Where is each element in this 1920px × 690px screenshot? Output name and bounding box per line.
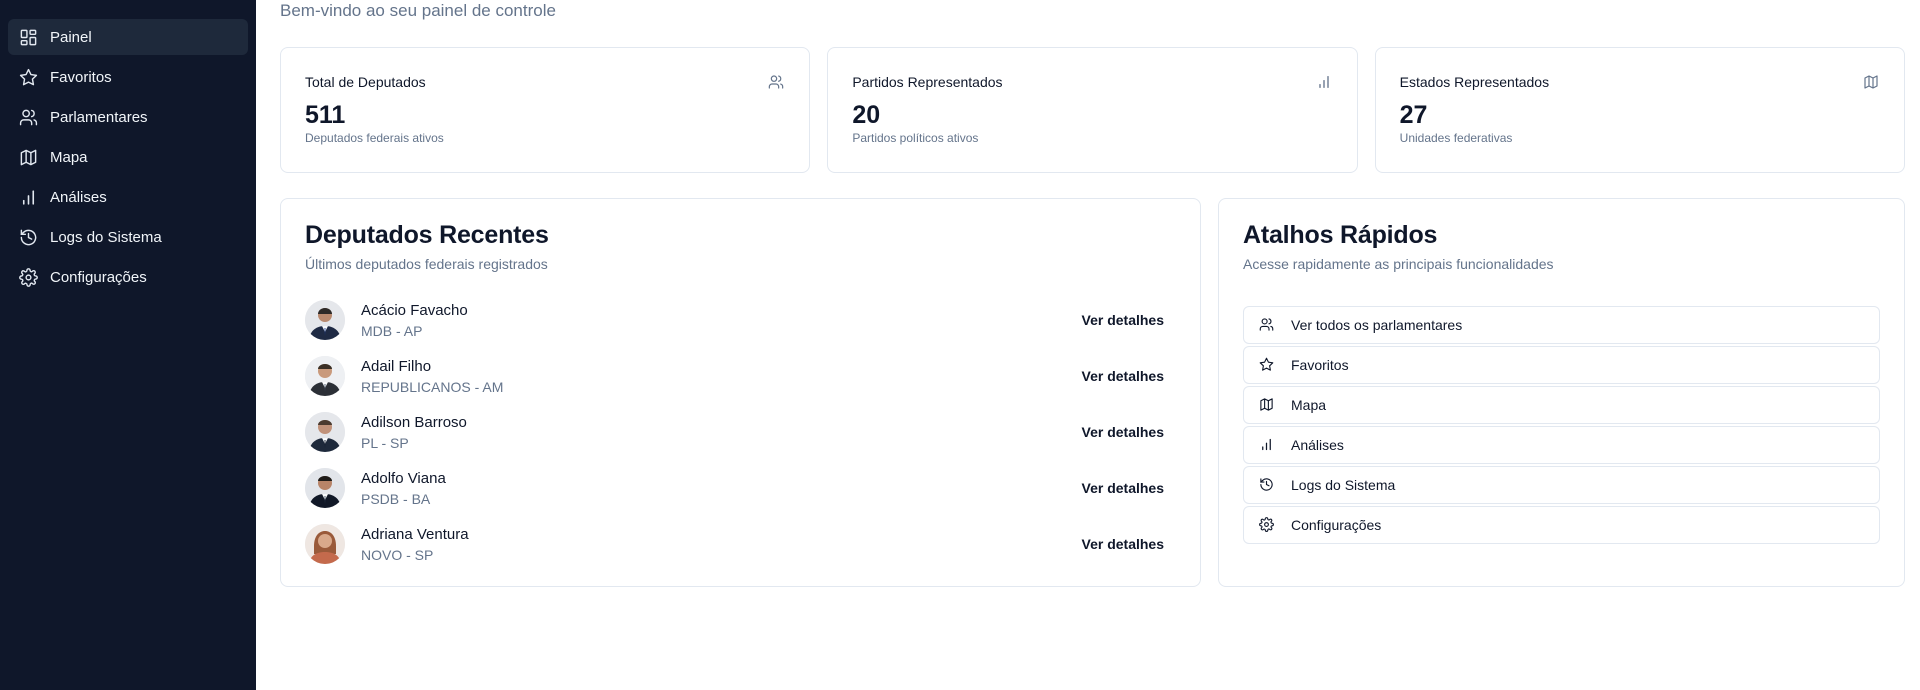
sidebar-item-label: Mapa <box>50 148 88 166</box>
sidebar-item-parlamentares[interactable]: Parlamentares <box>8 99 248 135</box>
avatar <box>305 524 345 564</box>
users-icon <box>1259 317 1275 333</box>
map-icon <box>1863 74 1880 91</box>
stats-row: Total de Deputados 511 Deputados federai… <box>280 47 1905 173</box>
panel-description: Acesse rapidamente as principais funcion… <box>1243 256 1554 272</box>
bar-chart-icon <box>1259 437 1275 453</box>
avatar <box>305 300 345 340</box>
sidebar-item-label: Logs do Sistema <box>50 228 162 246</box>
main-content: Bem-vindo ao seu painel de controle Tota… <box>256 0 1920 690</box>
stat-title: Total de Deputados <box>305 74 426 90</box>
deputy-name: Adriana Ventura <box>361 525 469 543</box>
stat-card-estados: Estados Representados 27 Unidades federa… <box>1374 47 1905 173</box>
deputy-name: Adilson Barroso <box>361 413 467 431</box>
sidebar-item-label: Parlamentares <box>50 108 148 126</box>
star-icon <box>1259 357 1275 373</box>
deputy-name: Adolfo Viana <box>361 469 446 487</box>
gear-icon <box>1259 517 1275 533</box>
deputy-party: PL - SP <box>361 434 409 451</box>
shortcut-label: Configurações <box>1291 517 1382 533</box>
sidebar-item-mapa[interactable]: Mapa <box>8 139 248 175</box>
panel-description: Últimos deputados federais registrados <box>305 256 548 272</box>
view-details-button[interactable]: Ver detalhes <box>1082 312 1165 328</box>
quick-shortcuts-panel: Atalhos Rápidos Acesse rapidamente as pr… <box>1218 198 1905 587</box>
sidebar-item-analises[interactable]: Análises <box>8 179 248 215</box>
sidebar: Painel Favoritos Parlamentares Mapa Anál… <box>0 0 256 690</box>
shortcut-configuracoes[interactable]: Configurações <box>1243 506 1880 544</box>
stat-card-partidos: Partidos Representados 20 Partidos polít… <box>827 47 1358 173</box>
list-item: Adolfo Viana PSDB - BA Ver detalhes <box>305 460 1176 516</box>
map-icon <box>1259 397 1275 413</box>
map-icon <box>18 147 38 167</box>
avatar <box>305 412 345 452</box>
sidebar-item-configuracoes[interactable]: Configurações <box>8 259 248 295</box>
deputy-party: NOVO - SP <box>361 546 434 563</box>
shortcut-logs[interactable]: Logs do Sistema <box>1243 466 1880 504</box>
bar-chart-icon <box>18 187 38 207</box>
stat-description: Deputados federais ativos <box>305 131 444 145</box>
deputy-party: PSDB - BA <box>361 490 431 507</box>
avatar <box>305 468 345 508</box>
shortcut-label: Ver todos os parlamentares <box>1291 317 1463 333</box>
view-details-button[interactable]: Ver detalhes <box>1082 424 1165 440</box>
shortcut-label: Favoritos <box>1291 357 1349 373</box>
shortcut-parlamentares[interactable]: Ver todos os parlamentares <box>1243 306 1880 344</box>
stat-value: 20 <box>852 101 881 129</box>
view-details-button[interactable]: Ver detalhes <box>1082 480 1165 496</box>
recent-deputies-panel: Deputados Recentes Últimos deputados fed… <box>280 198 1201 587</box>
shortcut-mapa[interactable]: Mapa <box>1243 386 1880 424</box>
list-item: Adilson Barroso PL - SP Ver detalhes <box>305 404 1176 460</box>
sidebar-item-painel[interactable]: Painel <box>8 19 248 55</box>
stat-card-deputados: Total de Deputados 511 Deputados federai… <box>280 47 811 173</box>
list-item: Adriana Ventura NOVO - SP Ver detalhes <box>305 516 1176 572</box>
deputy-name: Adail Filho <box>361 357 432 375</box>
deputy-party: MDB - AP <box>361 322 423 339</box>
sidebar-item-favoritos[interactable]: Favoritos <box>8 59 248 95</box>
shortcut-label: Mapa <box>1291 397 1327 413</box>
shortcut-label: Logs do Sistema <box>1291 477 1396 493</box>
sidebar-item-logs[interactable]: Logs do Sistema <box>8 219 248 255</box>
stat-value: 511 <box>305 101 346 129</box>
avatar <box>305 356 345 396</box>
panel-title: Atalhos Rápidos <box>1243 221 1438 249</box>
shortcut-label: Análises <box>1291 437 1344 453</box>
sidebar-item-label: Favoritos <box>50 68 112 86</box>
bar-chart-icon <box>1316 74 1333 91</box>
sidebar-item-label: Análises <box>50 188 107 206</box>
app-root: Painel Favoritos Parlamentares Mapa Anál… <box>0 0 1920 690</box>
history-icon <box>1259 477 1275 493</box>
stat-value: 27 <box>1399 101 1428 129</box>
stat-title: Estados Representados <box>1399 74 1550 90</box>
list-item: Acácio Favacho MDB - AP Ver detalhes <box>305 292 1176 348</box>
shortcut-analises[interactable]: Análises <box>1243 426 1880 464</box>
stat-title: Partidos Representados <box>852 74 1003 90</box>
panel-title: Deputados Recentes <box>305 221 549 249</box>
star-icon <box>18 67 38 87</box>
gear-icon <box>18 267 38 287</box>
view-details-button[interactable]: Ver detalhes <box>1082 368 1165 384</box>
users-icon <box>18 107 38 127</box>
stat-description: Unidades federativas <box>1399 131 1513 145</box>
deputy-list: Acácio Favacho MDB - AP Ver detalhes Ada… <box>305 292 1176 572</box>
sidebar-item-label: Configurações <box>50 268 147 286</box>
users-icon <box>768 74 785 91</box>
dashboard-icon <box>18 27 38 47</box>
page-subtitle: Bem-vindo ao seu painel de controle <box>280 1 556 20</box>
view-details-button[interactable]: Ver detalhes <box>1082 536 1165 552</box>
shortcut-favoritos[interactable]: Favoritos <box>1243 346 1880 384</box>
sidebar-item-label: Painel <box>50 28 92 46</box>
shortcut-list: Ver todos os parlamentares Favoritos Map… <box>1243 306 1880 544</box>
stat-description: Partidos políticos ativos <box>852 131 979 145</box>
deputy-name: Acácio Favacho <box>361 301 468 319</box>
history-icon <box>18 227 38 247</box>
list-item: Adail Filho REPUBLICANOS - AM Ver detalh… <box>305 348 1176 404</box>
deputy-party: REPUBLICANOS - AM <box>361 378 504 395</box>
